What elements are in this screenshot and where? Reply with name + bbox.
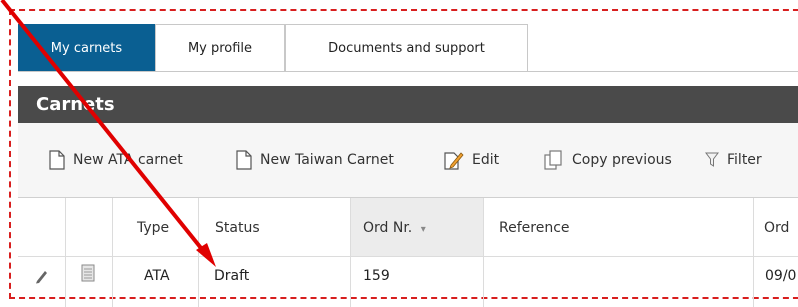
annotation-arrow [0,0,216,267]
